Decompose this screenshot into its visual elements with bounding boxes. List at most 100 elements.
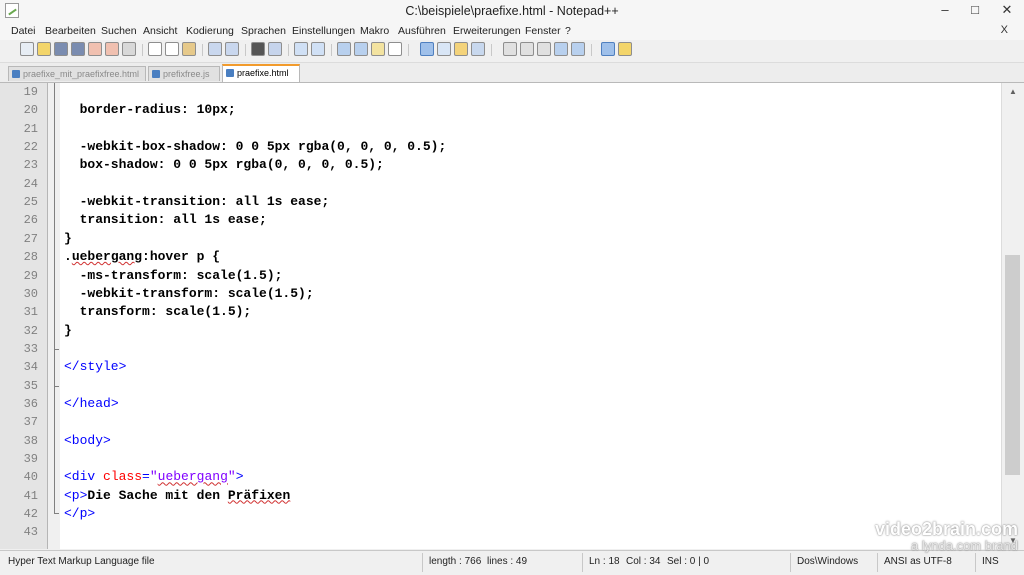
code-line[interactable]: 20 border-radius: 10px; (0, 101, 1001, 119)
maximize-button[interactable]: □ (960, 0, 990, 20)
sync-v-icon[interactable] (337, 42, 351, 56)
save-macro-icon[interactable] (571, 42, 585, 56)
code-line[interactable]: 31 transform: scale(1.5); (0, 303, 1001, 321)
save-icon[interactable] (54, 42, 68, 56)
paste-icon[interactable] (182, 42, 196, 56)
close-all-icon[interactable] (105, 42, 119, 56)
redo-icon[interactable] (225, 42, 239, 56)
code-line[interactable]: 27} (0, 230, 1001, 248)
status-eol: Dos\Windows (797, 556, 859, 567)
line-number: 37 (23, 415, 38, 430)
code-line[interactable]: 25 -webkit-transition: all 1s ease; (0, 193, 1001, 211)
status-line: Ln : 18 (589, 556, 620, 567)
close-document-button[interactable]: X (1001, 24, 1008, 36)
menu-bar: Datei Bearbeiten Suchen Ansicht Kodierun… (0, 22, 1024, 40)
code-line[interactable]: 22 -webkit-box-shadow: 0 0 5px rgba(0, 0… (0, 138, 1001, 156)
code-text: -webkit-box-shadow: 0 0 5px rgba(0, 0, 0… (64, 139, 447, 155)
line-number: 36 (23, 396, 38, 411)
code-line[interactable]: 42 </p> (0, 505, 1001, 523)
code-line[interactable]: 28 .uebergang:hover p { (0, 248, 1001, 266)
code-text: </p> (64, 506, 96, 522)
line-number: 26 (23, 213, 38, 228)
code-line[interactable]: 41 <p>Die Sache mit den Präfixen (0, 487, 1001, 505)
menu-ansicht[interactable]: Ansicht (143, 25, 177, 37)
new-file-icon[interactable] (20, 42, 34, 56)
open-file-icon[interactable] (37, 42, 51, 56)
code-line[interactable]: 23 box-shadow: 0 0 5px rgba(0, 0, 0, 0.5… (0, 156, 1001, 174)
code-line[interactable]: 35 (0, 377, 1001, 395)
menu-suchen[interactable]: Suchen (101, 25, 137, 37)
code-line[interactable]: 26 transition: all 1s ease; (0, 211, 1001, 229)
code-line[interactable]: 29 -ms-transform: scale(1.5); (0, 267, 1001, 285)
line-number: 21 (23, 121, 38, 136)
replace-icon[interactable] (268, 42, 282, 56)
record-icon[interactable] (503, 42, 517, 56)
tab-prefixfree-js[interactable]: prefixfree.js (148, 66, 220, 81)
spellcheck-icon[interactable] (601, 42, 615, 56)
menu-einstellungen[interactable]: Einstellungen (292, 25, 355, 37)
menu-datei[interactable]: Datei (11, 25, 36, 37)
all-chars-icon[interactable] (388, 42, 402, 56)
menu-help[interactable]: ? (565, 25, 571, 37)
code-line[interactable]: 33 (0, 340, 1001, 358)
code-line[interactable]: 32} (0, 322, 1001, 340)
line-number: 25 (23, 195, 38, 210)
line-number: 29 (23, 268, 38, 283)
code-text: transition: all 1s ease; (64, 212, 267, 228)
menu-kodierung[interactable]: Kodierung (186, 25, 234, 37)
tab-praefixe-mit-praefixfree[interactable]: praefixe_mit_praefixfree.html (8, 66, 146, 81)
print-icon[interactable] (122, 42, 136, 56)
code-line[interactable]: 34 </style> (0, 358, 1001, 376)
menu-sprachen[interactable]: Sprachen (241, 25, 286, 37)
menu-makro[interactable]: Makro (360, 25, 389, 37)
tab-praefixe-html[interactable]: praefixe.html (222, 64, 300, 82)
undo-icon[interactable] (208, 42, 222, 56)
minimize-button[interactable]: – (930, 0, 960, 20)
code-editor[interactable]: 19 20 border-radius: 10px; 21 22 -webkit-bo… (0, 83, 1001, 549)
folder-icon[interactable] (454, 42, 468, 56)
line-number: 24 (23, 176, 38, 191)
code-line[interactable]: 43 (0, 523, 1001, 541)
code-text: transform: scale(1.5); (64, 304, 252, 320)
scroll-up-icon[interactable]: ▲ (1002, 83, 1024, 100)
code-line[interactable]: 19 (0, 83, 1001, 101)
play-icon[interactable] (537, 42, 551, 56)
code-line[interactable]: 38 <body> (0, 432, 1001, 450)
vertical-scrollbar[interactable]: ▲ ▼ (1001, 83, 1024, 549)
menu-fenster[interactable]: Fenster (525, 25, 561, 37)
stop-icon[interactable] (520, 42, 534, 56)
lang-icon[interactable] (437, 42, 451, 56)
menu-bearbeiten[interactable]: Bearbeiten (45, 25, 96, 37)
indent-guide-icon[interactable] (420, 42, 434, 56)
line-number: 22 (23, 140, 38, 155)
file-icon (12, 70, 20, 78)
copy-icon[interactable] (165, 42, 179, 56)
close-icon[interactable] (88, 42, 102, 56)
code-line[interactable]: 39 (0, 450, 1001, 468)
close-window-button[interactable]: ✕ (992, 0, 1022, 20)
tab-bar: praefixe_mit_praefixfree.html prefixfree… (0, 63, 1024, 83)
zoom-in-icon[interactable] (294, 42, 308, 56)
menu-erweiterungen[interactable]: Erweiterungen (453, 25, 521, 37)
save-all-icon[interactable] (71, 42, 85, 56)
code-line[interactable]: 37 (0, 413, 1001, 431)
zoom-out-icon[interactable] (311, 42, 325, 56)
cut-icon[interactable] (148, 42, 162, 56)
menu-ausfuehren[interactable]: Ausführen (398, 25, 446, 37)
code-line[interactable]: 24 (0, 175, 1001, 193)
find-icon[interactable] (251, 42, 265, 56)
line-number: 40 (23, 470, 38, 485)
code-line[interactable]: 21 (0, 120, 1001, 138)
word-wrap-icon[interactable] (371, 42, 385, 56)
play-multi-icon[interactable] (554, 42, 568, 56)
monitor-icon[interactable] (471, 42, 485, 56)
tab-label: prefixfree.js (163, 69, 210, 79)
scroll-thumb[interactable] (1005, 255, 1020, 475)
code-line[interactable]: 40 <div class="uebergang"> (0, 468, 1001, 486)
code-text: } (64, 322, 72, 338)
sync-h-icon[interactable] (354, 42, 368, 56)
status-lines: lines : 49 (487, 556, 528, 567)
code-line[interactable]: 30 -webkit-transform: scale(1.5); (0, 285, 1001, 303)
code-line[interactable]: 36 </head> (0, 395, 1001, 413)
doc-map-icon[interactable] (618, 42, 632, 56)
